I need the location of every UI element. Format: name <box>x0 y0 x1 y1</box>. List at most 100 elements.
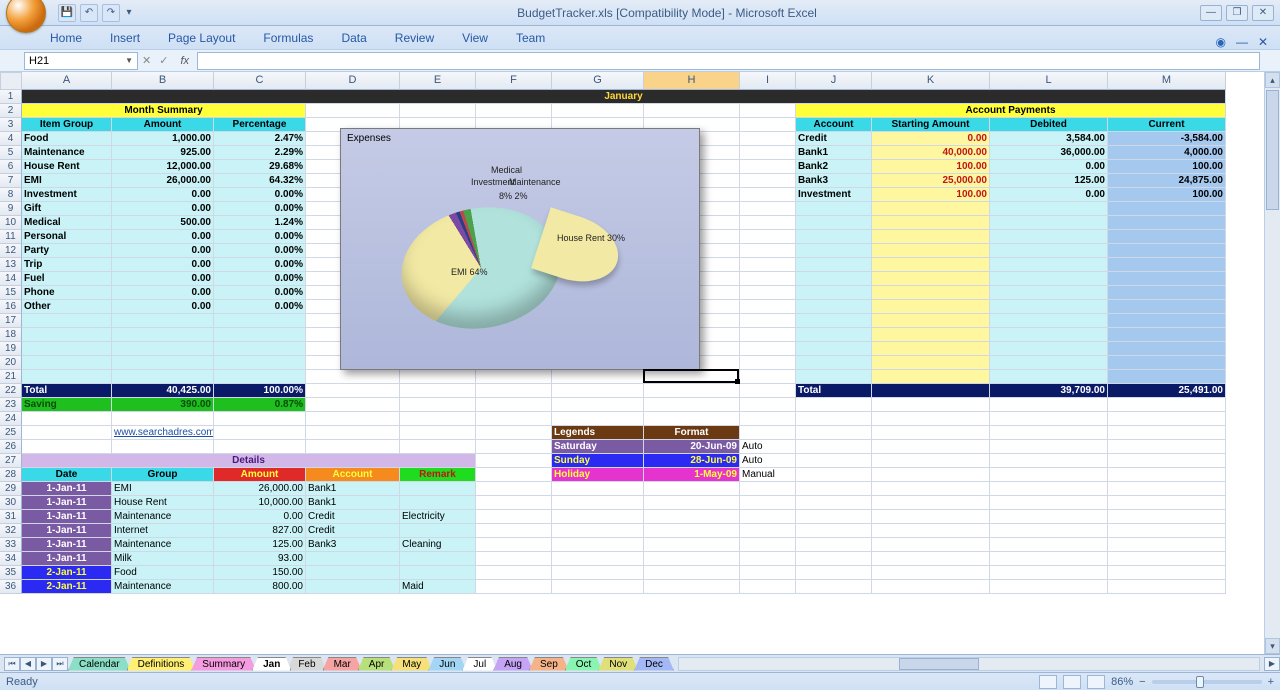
cell[interactable] <box>476 552 552 566</box>
cell[interactable] <box>740 202 796 216</box>
cell[interactable] <box>644 566 740 580</box>
cell[interactable] <box>872 258 990 272</box>
col-header-J[interactable]: J <box>796 72 872 90</box>
cell[interactable]: Account <box>796 118 872 132</box>
fx-icon[interactable]: fx <box>180 55 189 67</box>
cell[interactable]: 800.00 <box>214 580 306 594</box>
cell[interactable]: 12,000.00 <box>112 160 214 174</box>
row-header-24[interactable]: 24 <box>0 412 22 426</box>
cell[interactable] <box>796 272 872 286</box>
minimize-ribbon-icon[interactable]: — <box>1236 35 1248 49</box>
cell[interactable] <box>214 426 306 440</box>
cell[interactable] <box>740 314 796 328</box>
cell[interactable] <box>796 482 872 496</box>
cell[interactable] <box>1108 244 1226 258</box>
cell[interactable] <box>400 104 476 118</box>
cell[interactable] <box>740 286 796 300</box>
row-header-22[interactable]: 22 <box>0 384 22 398</box>
cell[interactable]: 0.00% <box>214 272 306 286</box>
cell[interactable]: 40,000.00 <box>872 146 990 160</box>
cell[interactable] <box>872 580 990 594</box>
cell[interactable] <box>740 216 796 230</box>
cell[interactable] <box>1108 412 1226 426</box>
cell[interactable] <box>306 384 400 398</box>
row-header-8[interactable]: 8 <box>0 188 22 202</box>
cell[interactable]: 1.24% <box>214 216 306 230</box>
cell[interactable] <box>740 104 796 118</box>
cell[interactable] <box>872 328 990 342</box>
name-box-dropdown-icon[interactable]: ▼ <box>125 56 133 65</box>
cell[interactable] <box>872 244 990 258</box>
cell[interactable] <box>990 202 1108 216</box>
cell[interactable] <box>644 538 740 552</box>
cell[interactable] <box>552 384 644 398</box>
scroll-up-icon[interactable]: ▴ <box>1265 72 1280 88</box>
cell[interactable] <box>796 258 872 272</box>
cell[interactable]: Bank3 <box>306 538 400 552</box>
cell[interactable]: Account <box>306 468 400 482</box>
cell[interactable] <box>740 230 796 244</box>
cell[interactable] <box>552 482 644 496</box>
cell[interactable] <box>644 580 740 594</box>
close-doc-icon[interactable]: ✕ <box>1258 35 1268 49</box>
cell[interactable] <box>1108 552 1226 566</box>
tab-nav-prev[interactable]: ◀ <box>20 657 36 671</box>
cell[interactable] <box>796 412 872 426</box>
cell[interactable]: 0.00 <box>112 202 214 216</box>
cell[interactable] <box>796 454 872 468</box>
cell[interactable] <box>796 328 872 342</box>
cell[interactable]: Maintenance <box>112 580 214 594</box>
cell[interactable]: 125.00 <box>990 174 1108 188</box>
cell[interactable] <box>740 398 796 412</box>
cell[interactable] <box>112 314 214 328</box>
cell[interactable] <box>872 440 990 454</box>
cell[interactable]: Percentage <box>214 118 306 132</box>
cell[interactable] <box>872 272 990 286</box>
cell[interactable] <box>990 230 1108 244</box>
cell[interactable]: 26,000.00 <box>112 174 214 188</box>
cell[interactable] <box>644 384 740 398</box>
cell[interactable]: 100.00 <box>872 188 990 202</box>
cell[interactable] <box>872 286 990 300</box>
cell[interactable]: Format <box>644 426 740 440</box>
cell[interactable] <box>740 188 796 202</box>
cell[interactable]: Internet <box>112 524 214 538</box>
cell[interactable] <box>1108 496 1226 510</box>
cell[interactable] <box>22 440 112 454</box>
cell[interactable] <box>214 370 306 384</box>
tab-nav-next[interactable]: ▶ <box>36 657 52 671</box>
col-header-I[interactable]: I <box>740 72 796 90</box>
cell[interactable] <box>796 216 872 230</box>
cell[interactable] <box>990 566 1108 580</box>
cell[interactable]: 2.29% <box>214 146 306 160</box>
cell[interactable] <box>796 510 872 524</box>
cell[interactable] <box>740 174 796 188</box>
cell[interactable] <box>400 426 476 440</box>
cell[interactable]: Date <box>22 468 112 482</box>
sheet-tab-apr[interactable]: Apr <box>358 657 396 671</box>
cell[interactable]: Manual <box>740 468 796 482</box>
cell[interactable]: Saving <box>22 398 112 412</box>
cell[interactable] <box>476 524 552 538</box>
cell[interactable]: 0.00% <box>214 230 306 244</box>
cell[interactable] <box>1108 398 1226 412</box>
cell[interactable]: Personal <box>22 230 112 244</box>
cell[interactable] <box>796 286 872 300</box>
zoom-slider[interactable] <box>1152 680 1262 684</box>
cell[interactable] <box>796 202 872 216</box>
cell[interactable] <box>400 482 476 496</box>
cell[interactable] <box>644 482 740 496</box>
cell[interactable] <box>990 398 1108 412</box>
row-header-35[interactable]: 35 <box>0 566 22 580</box>
cell[interactable]: 0.00% <box>214 258 306 272</box>
cell[interactable]: 500.00 <box>112 216 214 230</box>
cell[interactable] <box>306 398 400 412</box>
cell[interactable] <box>740 342 796 356</box>
cell[interactable] <box>306 552 400 566</box>
cell[interactable] <box>872 384 990 398</box>
cell[interactable] <box>740 566 796 580</box>
col-header-C[interactable]: C <box>214 72 306 90</box>
row-header-11[interactable]: 11 <box>0 230 22 244</box>
cell[interactable] <box>476 454 552 468</box>
cell[interactable]: Credit <box>306 524 400 538</box>
